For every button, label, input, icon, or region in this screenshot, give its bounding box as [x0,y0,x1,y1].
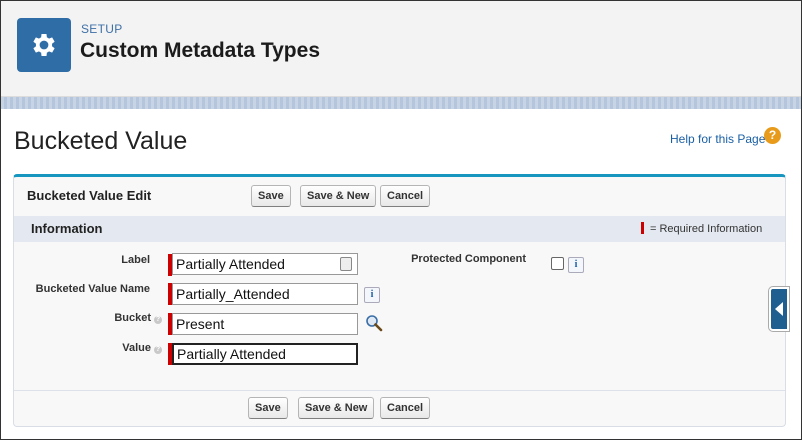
edit-panel-title: Bucketed Value Edit [27,188,152,203]
label-input[interactable] [172,253,358,275]
setup-header: SETUP Custom Metadata Types [1,1,801,97]
bucket-label-text: Bucket [114,312,151,324]
divider [14,390,785,391]
help-dot-icon: ? [154,346,162,354]
required-legend-text: = Required Information [650,223,763,235]
lookup-icon[interactable] [364,314,384,332]
section-title: Information [31,221,103,236]
bucket-input[interactable] [172,313,358,335]
page-title: Bucketed Value [14,127,188,155]
protected-checkbox[interactable] [551,257,564,270]
label-field-label: Label [121,254,150,266]
setup-eyebrow[interactable]: SETUP [81,22,123,36]
help-link[interactable]: Help for this Page [670,132,765,146]
info-icon[interactable]: i [568,257,584,273]
save-button-bottom[interactable]: Save [248,397,288,419]
name-field-label: Bucketed Value Name [35,283,150,295]
name-input[interactable] [172,283,358,305]
info-icon[interactable]: i [364,287,380,303]
collapse-sidebar-tab[interactable] [769,287,789,331]
save-new-button-top[interactable]: Save & New [300,185,377,207]
save-new-button-bottom[interactable]: Save & New [298,397,375,419]
page-header-title: Custom Metadata Types [80,39,320,62]
cancel-button-bottom[interactable]: Cancel [380,397,431,419]
question-icon[interactable]: ? [764,127,781,144]
value-input[interactable] [172,343,358,365]
gear-icon [17,18,71,72]
save-button-top[interactable]: Save [251,185,291,207]
edit-panel: Bucketed Value Edit Save Save & New Canc… [13,174,786,427]
section-header: Information = Required Information [14,216,785,242]
required-legend: = Required Information [641,222,762,235]
value-label-text: Value [122,342,151,354]
contact-card-icon [340,257,352,271]
chevron-left-icon [775,302,783,316]
header-band [1,97,801,109]
help-dot-icon: ? [154,316,162,324]
cancel-button-top[interactable]: Cancel [380,185,431,207]
bucket-field-label: Bucket? [74,312,162,324]
required-marker [641,222,644,234]
value-field-label: Value? [74,342,162,354]
protected-field-label: Protected Component [411,253,526,265]
